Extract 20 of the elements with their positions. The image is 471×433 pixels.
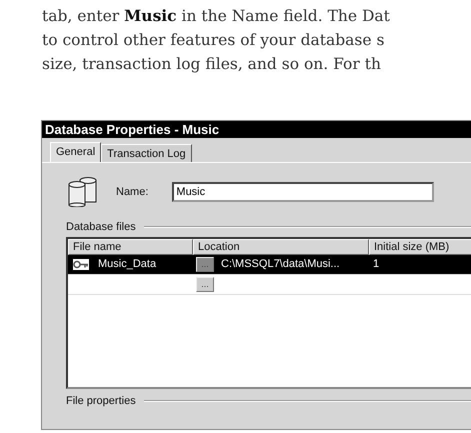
name-field[interactable]: Music [172, 182, 434, 202]
body-text: tab, enter Music in the Name field. The Dat [42, 5, 391, 27]
table-row[interactable]: Music_Data ... C:\MSSQL7\data\Musi... 1 [68, 255, 471, 275]
table-cell-text: C:\MSSQL7\data\Musi... [220, 257, 341, 272]
column-header[interactable]: File name [68, 239, 193, 255]
name-label: Name: [116, 186, 148, 198]
body-text: size, transaction log files, and so on. For th [42, 54, 382, 75]
tab[interactable]: General [50, 142, 102, 162]
group-label: File properties [66, 395, 136, 407]
body-text: to control other features of your database s [42, 30, 386, 51]
table-cell-text: 1 [372, 257, 380, 272]
key-icon [73, 259, 89, 270]
table-cell-text: Music_Data [97, 257, 158, 272]
column-header[interactable]: Location [193, 239, 369, 255]
tab[interactable]: Transaction Log [101, 144, 192, 162]
browse-button[interactable]: ... [196, 277, 214, 292]
table-row[interactable]: ... [68, 275, 471, 295]
column-header[interactable]: Initial size (MB) [369, 239, 471, 255]
group-label: Database files [66, 221, 136, 233]
window-title: Database Properties - Music [42, 121, 471, 138]
